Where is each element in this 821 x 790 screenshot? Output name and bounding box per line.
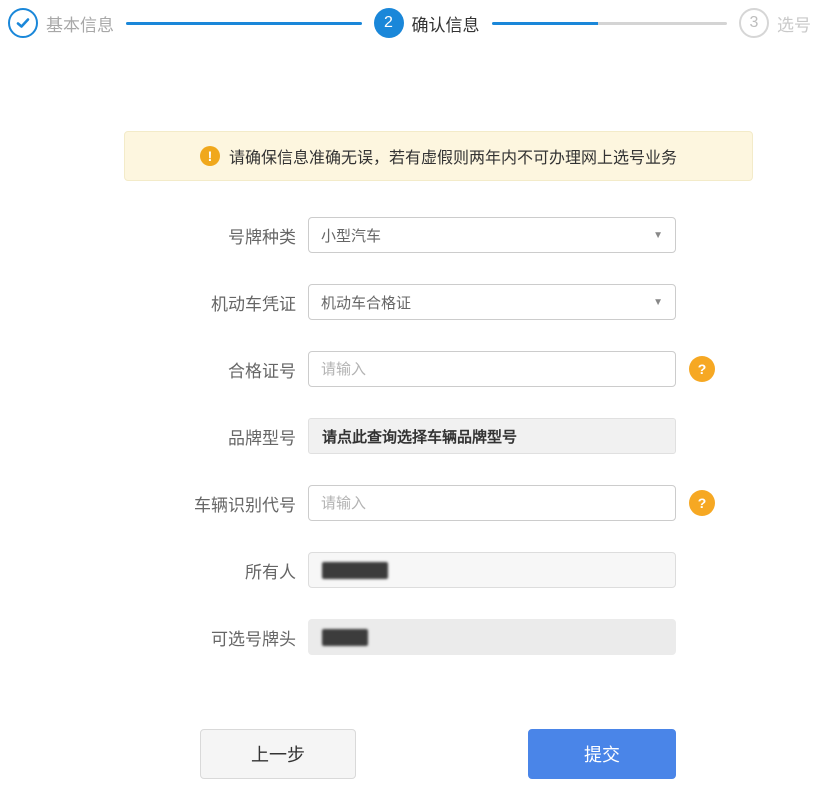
step-3-circle: 3 (739, 8, 769, 38)
certificate-number-input[interactable] (308, 351, 676, 387)
plate-type-label: 号牌种类 (228, 227, 296, 247)
plate-type-select[interactable]: 小型汽车 ▼ (308, 217, 676, 253)
warning-text: 请确保信息准确无误，若有虚假则两年内不可办理网上选号业务 (228, 150, 677, 167)
chevron-down-icon: ▼ (653, 229, 663, 241)
form-row-certificate-number: 合格证号 ? (0, 351, 821, 387)
form-row-plate-type: 号牌种类 小型汽车 ▼ (0, 217, 821, 253)
previous-step-button[interactable]: 上一步 (200, 729, 356, 779)
step-basic-info-label: 基本信息 (46, 15, 114, 35)
step-pick-number: 3 选号 (739, 8, 811, 38)
warning-banner: ! 请确保信息准确无误，若有虚假则两年内不可办理网上选号业务 (124, 131, 753, 181)
step-2-circle: 2 (373, 8, 404, 38)
plate-prefix-readonly-field (308, 619, 676, 655)
help-icon[interactable]: ? (689, 490, 715, 516)
form-row-certificate-type: 机动车凭证 机动车合格证 ▼ (0, 284, 821, 320)
certificate-number-label: 合格证号 (228, 361, 296, 381)
brand-model-picker[interactable]: 请点此查询选择车辆品牌型号 (308, 418, 676, 454)
step-pick-number-label: 选号 (777, 15, 811, 35)
help-icon[interactable]: ? (689, 356, 715, 382)
owner-readonly-field (308, 552, 676, 588)
vehicle-info-form: 号牌种类 小型汽车 ▼ 机动车凭证 机动车合格证 ▼ 合格证号 ? 品牌型号 请… (0, 217, 821, 686)
vin-label: 车辆识别代号 (194, 495, 296, 515)
certificate-type-label: 机动车凭证 (211, 294, 296, 314)
redacted-value (322, 628, 368, 646)
form-row-vin: 车辆识别代号 ? (0, 485, 821, 521)
brand-model-picker-text: 请点此查询选择车辆品牌型号 (322, 428, 518, 446)
step-basic-info: 基本信息 (8, 8, 114, 38)
step-confirm-info: 2 确认信息 (373, 8, 480, 38)
chevron-down-icon: ▼ (653, 296, 663, 308)
form-row-brand-model: 品牌型号 请点此查询选择车辆品牌型号 (0, 418, 821, 454)
form-row-owner: 所有人 (0, 552, 821, 588)
check-circle-icon (8, 8, 38, 38)
brand-model-label: 品牌型号 (228, 428, 296, 448)
certificate-type-select[interactable]: 机动车合格证 ▼ (308, 284, 676, 320)
vin-input[interactable] (308, 485, 676, 521)
step-confirm-info-label: 确认信息 (411, 15, 480, 35)
wizard-stepper: 基本信息 2 确认信息 3 选号 (8, 8, 811, 38)
exclamation-icon: ! (199, 146, 220, 166)
stepper-connector-1 (126, 21, 362, 25)
form-actions: 上一步 提交 (200, 729, 676, 779)
submit-button[interactable]: 提交 (528, 729, 676, 779)
owner-label: 所有人 (245, 562, 296, 582)
form-row-plate-prefix: 可选号牌头 (0, 619, 821, 655)
plate-prefix-label: 可选号牌头 (211, 629, 296, 649)
certificate-type-value: 机动车合格证 (321, 294, 412, 312)
plate-type-value: 小型汽车 (321, 227, 382, 245)
redacted-value (322, 561, 388, 579)
stepper-connector-2 (491, 21, 727, 25)
